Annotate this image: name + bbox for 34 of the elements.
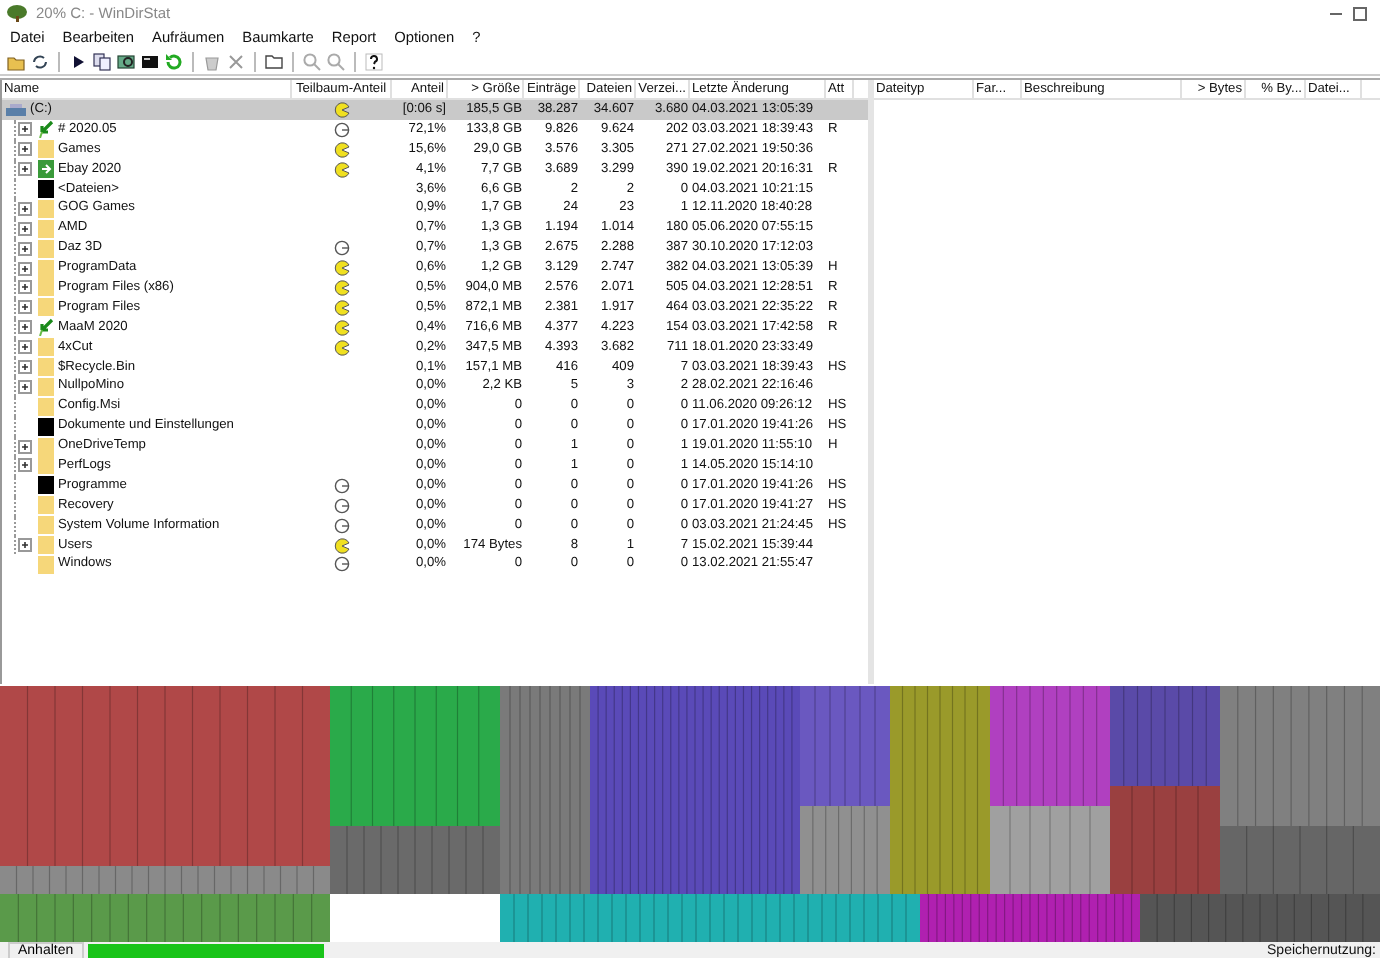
folder-icon [38,140,54,159]
file-block-icon [38,180,54,198]
file-block-icon [38,417,54,436]
expand-icon[interactable] [18,458,32,473]
expand-icon[interactable] [18,261,32,276]
expand-icon[interactable] [18,280,32,295]
refresh-icon[interactable] [30,52,50,72]
application-icon [38,160,54,179]
folder-icon[interactable] [264,52,284,72]
delete-icon[interactable] [226,52,246,72]
maximize-icon[interactable] [1352,5,1368,21]
expand-icon[interactable] [18,340,32,355]
expand-icon[interactable] [18,439,32,454]
drive-icon [6,101,26,118]
file-block-icon [38,476,54,495]
play-icon[interactable] [68,52,88,72]
expand-icon[interactable] [18,241,32,256]
app-icon [6,4,28,22]
arrow-icon [38,318,54,337]
expand-icon[interactable] [18,379,32,394]
recycle-bin-icon[interactable] [202,52,222,72]
copy-icon[interactable] [92,52,112,72]
expand-icon[interactable] [18,320,32,335]
help-icon[interactable] [364,52,384,72]
arrow-icon [38,120,54,139]
expand-icon[interactable] [18,142,32,157]
expand-icon[interactable] [18,538,32,553]
expand-icon[interactable] [18,300,32,315]
expand-icon[interactable] [18,221,32,236]
expand-icon[interactable] [18,122,32,137]
expand-icon[interactable] [18,360,32,375]
terminal-icon[interactable] [140,52,160,72]
expand-icon[interactable] [18,201,32,216]
expand-icon[interactable] [18,162,32,177]
